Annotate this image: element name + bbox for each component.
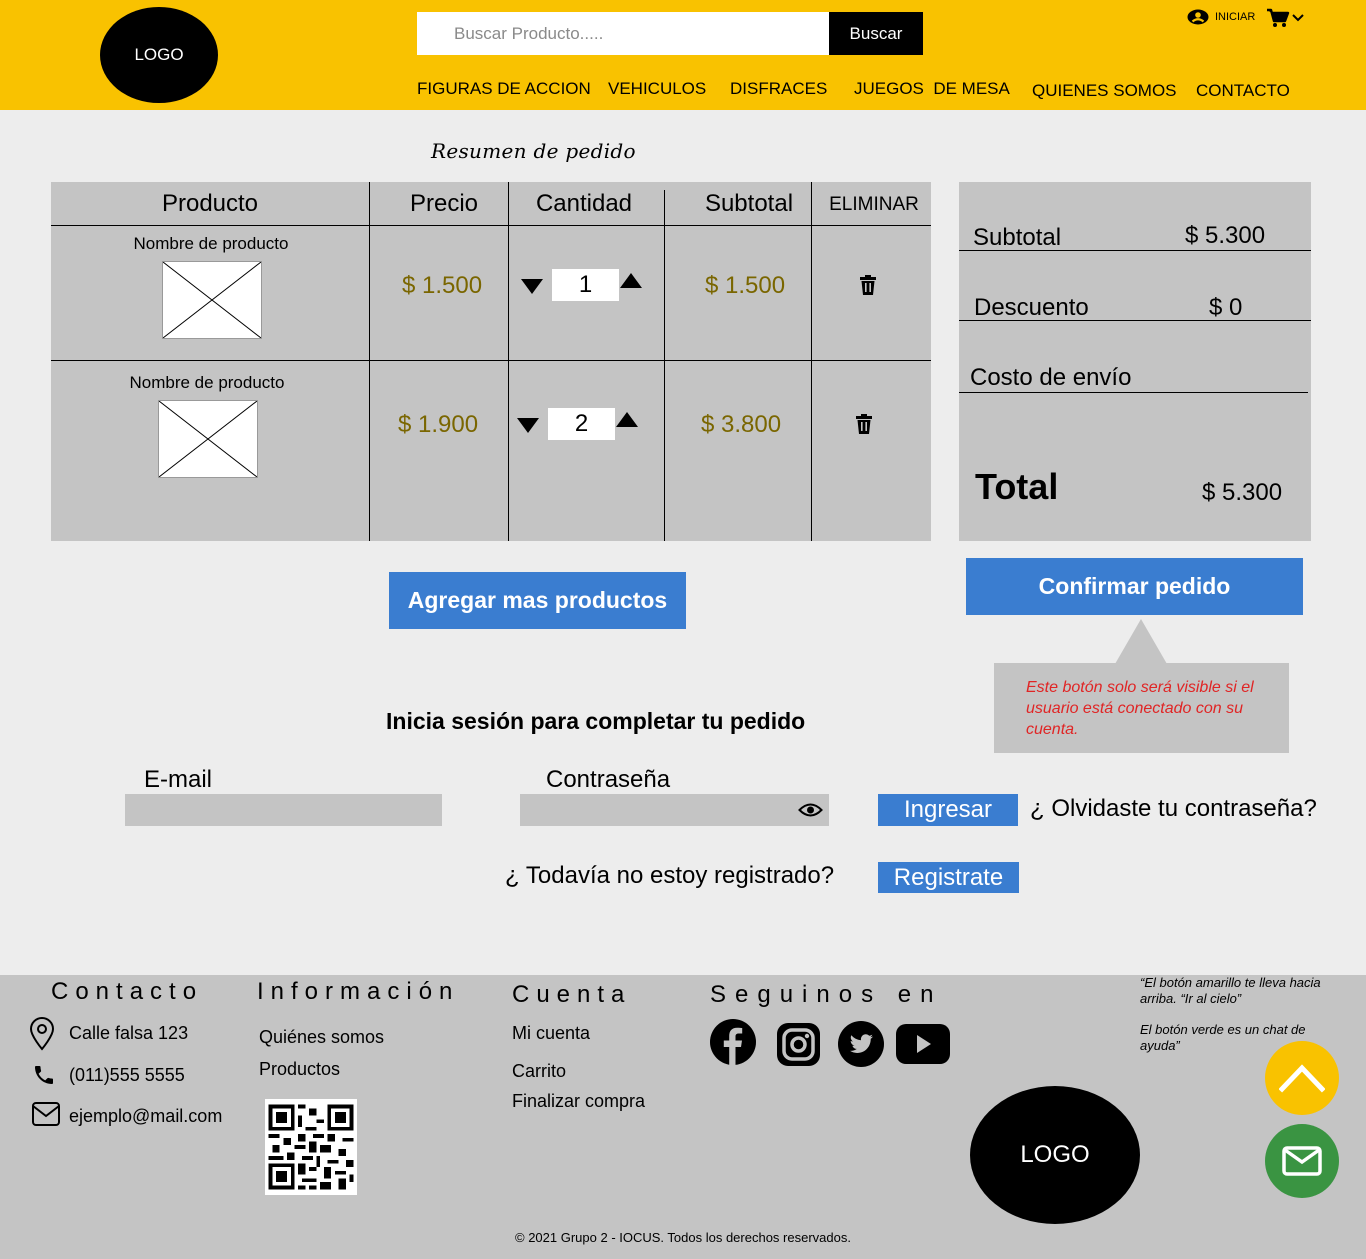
footer-logo[interactable]: LOGO <box>970 1086 1140 1224</box>
youtube-icon[interactable] <box>896 1024 950 1064</box>
search-button[interactable]: Buscar <box>829 12 923 55</box>
subtotal-value: $ 5.300 <box>1185 222 1266 249</box>
footer-account-title: Cuenta <box>512 981 632 1008</box>
qty-value[interactable]: 2 <box>548 408 615 440</box>
phone-icon <box>35 1066 53 1084</box>
mail-icon <box>1282 1146 1322 1176</box>
product-name: Nombre de producto <box>129 373 285 392</box>
divider <box>959 320 1311 321</box>
login-link[interactable]: INICIAR <box>1187 9 1255 25</box>
divider <box>959 392 1308 393</box>
mail-icon <box>32 1102 60 1126</box>
eye-icon[interactable] <box>798 799 823 821</box>
trash-icon[interactable] <box>859 275 877 295</box>
footer-email[interactable]: ejemplo@mail.com <box>69 1106 222 1127</box>
annotation-yellow-button: “El botón amarillo te lleva hacia arriba… <box>1140 975 1321 1006</box>
footer-phone: (011)555 5555 <box>69 1065 185 1085</box>
discount-value: $ 0 <box>1209 294 1243 321</box>
footer-link-mi-cuenta[interactable]: Mi cuenta <box>512 1023 590 1044</box>
note-pointer <box>1115 619 1167 664</box>
facebook-icon[interactable] <box>710 1019 756 1065</box>
order-table: Producto Precio Cantidad Subtotal ELIMIN… <box>51 182 931 541</box>
divider <box>508 182 509 541</box>
chevron-up-icon <box>1279 1064 1325 1093</box>
qr-code <box>265 1099 357 1195</box>
page-title: Resumen de pedido <box>431 139 636 163</box>
chevron-down-icon <box>1292 14 1304 22</box>
login-label: INICIAR <box>1215 11 1256 23</box>
header-precio: Precio <box>409 190 479 217</box>
footer-follow-title: Seguinos en <box>710 981 943 1008</box>
footer-info-title: Información <box>257 978 460 1005</box>
footer-link-carrito[interactable]: Carrito <box>512 1061 566 1082</box>
subtotal-label: Subtotal <box>973 224 1062 251</box>
total-value: $ 5.300 <box>1202 479 1283 506</box>
divider <box>51 225 931 226</box>
total-label: Total <box>975 466 1059 507</box>
qty-value[interactable]: 1 <box>552 269 619 301</box>
qty-increase-button[interactable] <box>616 412 638 427</box>
not-registered-text: ¿ Todavía no estoy registrado? <box>505 862 835 889</box>
nav-disfraces[interactable]: DISFRACES <box>730 79 827 99</box>
divider <box>51 360 931 361</box>
login-button[interactable]: Ingresar <box>878 794 1018 826</box>
email-field[interactable] <box>125 794 442 826</box>
shipping-label: Costo de envío <box>970 364 1132 391</box>
divider <box>369 182 370 541</box>
product-subtotal: $ 1.500 <box>705 272 786 299</box>
header-producto: Producto <box>161 190 259 217</box>
cart-button[interactable] <box>1266 8 1304 28</box>
product-price: $ 1.500 <box>402 272 483 299</box>
product-image <box>162 261 262 339</box>
scroll-to-top-button[interactable] <box>1265 1041 1339 1115</box>
header-logo[interactable]: LOGO <box>100 7 218 103</box>
header-cantidad: Cantidad <box>535 190 633 217</box>
instagram-icon[interactable] <box>777 1023 820 1066</box>
footer-contact-title: Contacto <box>51 978 204 1005</box>
nav-figuras[interactable]: FIGURAS DE ACCION <box>417 79 591 99</box>
header: LOGO Buscar INICIAR FIGURAS DE ACCION VE… <box>0 0 1366 110</box>
login-title: Inicia sesión para completar tu pedido <box>386 708 806 734</box>
qty-decrease-button[interactable] <box>517 418 539 433</box>
copyright: © 2021 Grupo 2 - IOCUS. Todos los derech… <box>515 1230 851 1245</box>
trash-icon[interactable] <box>855 414 873 434</box>
location-pin-icon <box>29 1017 55 1051</box>
product-price: $ 1.900 <box>398 411 479 438</box>
header-eliminar: ELIMINAR <box>829 194 919 215</box>
divider <box>811 182 812 541</box>
password-field[interactable] <box>520 794 829 826</box>
header-subtotal: Subtotal <box>704 190 794 217</box>
product-image <box>158 400 258 478</box>
product-subtotal: $ 3.800 <box>701 411 782 438</box>
password-label: Contraseña <box>546 766 671 793</box>
help-chat-button[interactable] <box>1265 1124 1339 1198</box>
twitter-icon[interactable] <box>838 1021 884 1067</box>
divider <box>664 190 665 541</box>
footer-address: Calle falsa 123 <box>69 1023 189 1043</box>
annotation-text: Este botón solo será visible si el usuar… <box>1026 679 1254 738</box>
confirm-order-button[interactable]: Confirmar pedido <box>966 558 1303 615</box>
footer-link-quienes-somos[interactable]: Quiénes somos <box>259 1027 384 1048</box>
search-input[interactable] <box>417 12 829 55</box>
forgot-password-link[interactable]: ¿ Olvidaste tu contraseña? <box>1030 795 1317 823</box>
register-button[interactable]: Registrate <box>878 862 1019 893</box>
nav-contacto[interactable]: CONTACTO <box>1196 81 1290 101</box>
add-more-products-button[interactable]: Agregar mas productos <box>389 572 686 629</box>
nav-vehiculos[interactable]: VEHICULOS <box>608 79 706 99</box>
nav-quienes-somos[interactable]: QUIENES SOMOS <box>1032 81 1177 101</box>
qty-increase-button[interactable] <box>620 273 642 288</box>
totals-panel: Subtotal $ 5.300 Descuento $ 0 Costo de … <box>959 182 1311 541</box>
divider <box>959 250 1311 251</box>
nav-juegos-de-mesa[interactable]: JUEGOS DE MESA <box>854 79 1010 99</box>
email-label: E-mail <box>144 766 213 793</box>
user-icon <box>1187 9 1209 25</box>
footer-link-productos[interactable]: Productos <box>259 1059 340 1080</box>
qty-decrease-button[interactable] <box>521 279 543 294</box>
footer-link-finalizar-compra[interactable]: Finalizar compra <box>512 1091 645 1112</box>
cart-icon <box>1267 8 1290 27</box>
discount-label: Descuento <box>974 294 1089 321</box>
product-name: Nombre de producto <box>133 234 289 253</box>
